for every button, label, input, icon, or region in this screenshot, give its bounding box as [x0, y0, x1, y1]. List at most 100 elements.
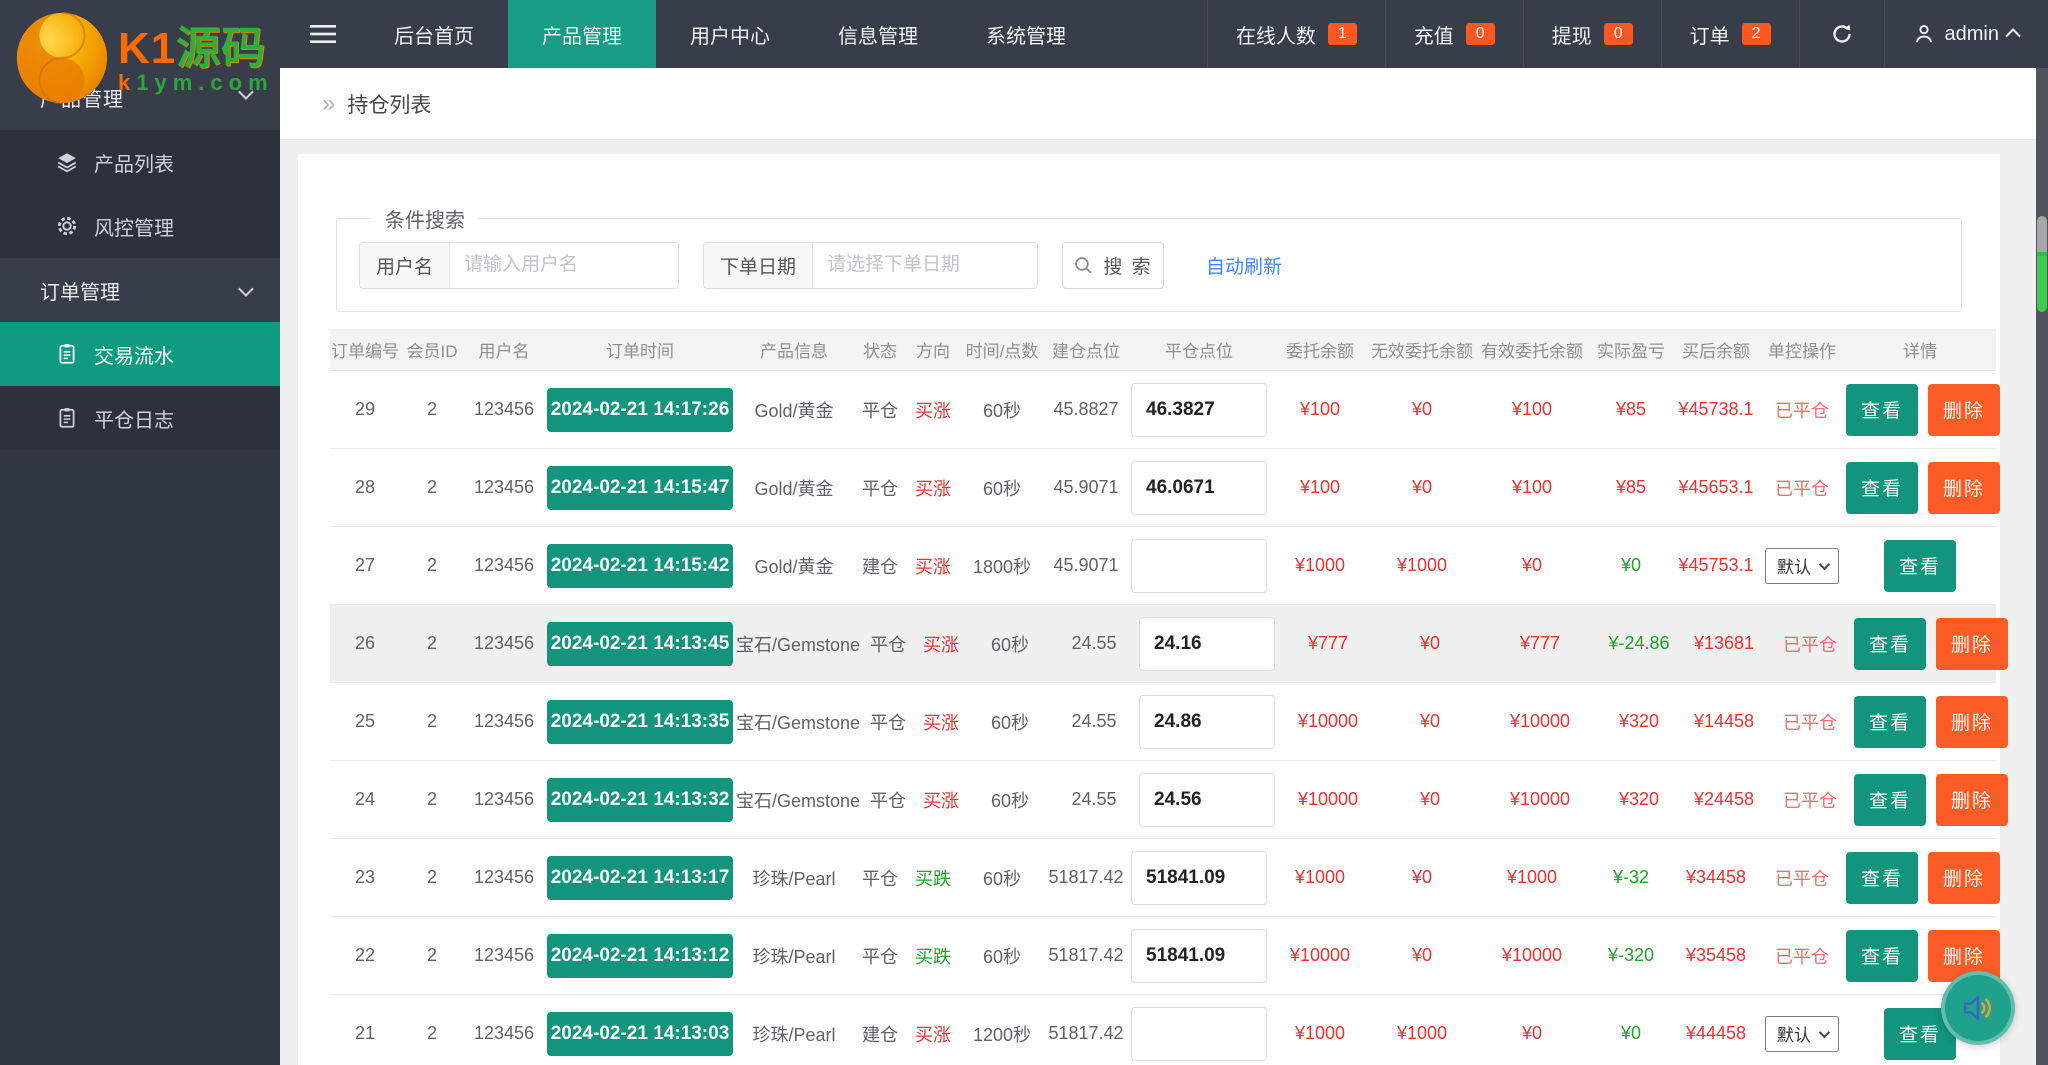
sidebar-item-close-log[interactable]: 平仓日志 — [0, 386, 280, 450]
view-button[interactable]: 查看 — [1846, 383, 1918, 436]
status-online-users[interactable]: 在线人数 1 — [1206, 0, 1385, 68]
status-badge: 2 — [1741, 23, 1771, 45]
close-point-input[interactable] — [1131, 460, 1267, 515]
sidebar-item-product-list[interactable]: 产品列表 — [0, 130, 280, 194]
delete-button[interactable]: 删除 — [1928, 383, 2000, 436]
table-row: 25 2 123456 2024-02-21 14:13:35 宝石/Gemstone 平… — [330, 683, 2009, 761]
menu-toggle-button[interactable] — [280, 0, 360, 68]
view-button[interactable]: 查看 — [1846, 929, 1918, 982]
row-actions: 查看 删除 — [1854, 617, 2009, 670]
sidebar-item-risk-control[interactable]: 风控管理 — [0, 194, 280, 258]
refresh-button[interactable] — [1798, 0, 1884, 68]
view-button[interactable]: 查看 — [1846, 461, 1918, 514]
row-actions: 查看 — [1846, 539, 1994, 592]
order-date-input[interactable] — [813, 242, 1038, 288]
delete-button[interactable]: 删除 — [1928, 851, 2000, 904]
nav-tab-users[interactable]: 用户中心 — [656, 0, 804, 68]
single-control-cell: 已平仓 — [1766, 709, 1854, 735]
close-point-input[interactable] — [1131, 382, 1267, 437]
status-recharge[interactable]: 充值 0 — [1384, 0, 1523, 68]
member-id: 2 — [426, 1023, 437, 1043]
view-button[interactable]: 查看 — [1884, 539, 1956, 592]
member-id: 2 — [426, 711, 437, 731]
close-point-input[interactable] — [1139, 772, 1276, 827]
username-input[interactable] — [450, 242, 679, 288]
user-menu[interactable]: admin — [1883, 0, 2048, 68]
delete-button[interactable]: 删除 — [1928, 461, 2000, 514]
column-header: 时间/点数 — [965, 342, 1039, 361]
column-header: 订单时间 — [606, 342, 674, 361]
view-button[interactable]: 查看 — [1854, 695, 1927, 748]
nav-tab-dashboard[interactable]: 后台首页 — [360, 0, 508, 68]
column-header: 产品信息 — [760, 342, 828, 361]
balance-after: ¥24458 — [1694, 789, 1755, 809]
page-title: 持仓列表 — [347, 93, 432, 117]
close-point-input[interactable] — [1131, 1006, 1267, 1061]
balance-after: ¥45738.1 — [1678, 399, 1754, 419]
view-button[interactable]: 查看 — [1846, 851, 1918, 904]
invalid-entrust-balance: ¥0 — [1411, 945, 1433, 965]
control-select[interactable]: 默认 — [1765, 1015, 1839, 1052]
column-header: 平仓点位 — [1165, 342, 1233, 361]
logo-swirl-icon — [16, 11, 108, 105]
vertical-scrollbar-thumb[interactable] — [2037, 216, 2047, 312]
auto-refresh-link[interactable]: 自动刷新 — [1206, 252, 1282, 279]
close-point-input[interactable] — [1131, 538, 1267, 593]
status-badge: 0 — [1465, 23, 1495, 45]
chevron-up-icon — [2005, 23, 2021, 46]
position-status: 平仓 — [870, 634, 907, 655]
status-badge: 1 — [1327, 23, 1357, 45]
table-row: 23 2 123456 2024-02-21 14:13:17 珍珠/Pearl 平仓 买跌… — [330, 839, 2000, 917]
control-select[interactable]: 默认 — [1765, 547, 1839, 584]
username: 123456 — [473, 633, 535, 653]
nav-tab-system[interactable]: 系统管理 — [952, 0, 1100, 68]
layers-icon — [56, 151, 78, 173]
username: 123456 — [473, 945, 535, 965]
entrust-balance: ¥1000 — [1294, 867, 1346, 887]
table-row: 27 2 123456 2024-02-21 14:15:42 Gold/黄金 建仓 买涨 1… — [330, 527, 1996, 605]
view-button[interactable]: 查看 — [1854, 773, 1927, 826]
delete-button[interactable]: 删除 — [1936, 773, 2009, 826]
close-point-input[interactable] — [1131, 850, 1267, 905]
sidebar-item-trade-flow[interactable]: 交易流水 — [0, 322, 280, 386]
table-row: 26 2 123456 2024-02-21 14:13:45 宝石/Gemstone 平… — [330, 605, 2009, 683]
top-navbar: 后台首页 产品管理 用户中心 信息管理 系统管理 在线人数 1 充值 0 提现 … — [280, 0, 2048, 68]
view-button[interactable]: 查看 — [1854, 617, 1927, 670]
order-time-badge: 2024-02-21 14:13:35 — [547, 699, 733, 744]
delete-button[interactable]: 删除 — [1936, 695, 2009, 748]
order-date-filter-group: 下单日期 — [703, 241, 1039, 289]
direction-label: 买涨 — [923, 634, 960, 655]
actual-profit: ¥0 — [1620, 1023, 1642, 1043]
position-status: 平仓 — [862, 946, 898, 967]
close-point-input[interactable] — [1139, 616, 1276, 671]
vertical-scrollbar-track[interactable] — [2036, 68, 2048, 1065]
row-actions: 查看 删除 — [1846, 851, 2000, 904]
delete-button[interactable]: 删除 — [1936, 617, 2009, 670]
column-header: 委托余额 — [1286, 342, 1354, 361]
search-filter-panel: 条件搜索 用户名 下单日期 搜 索 自动刷新 — [336, 204, 1962, 312]
nav-tab-products[interactable]: 产品管理 — [508, 0, 656, 68]
order-number: 29 — [354, 399, 376, 419]
direction: 买涨 — [908, 397, 958, 423]
content-card: 条件搜索 用户名 下单日期 搜 索 自动刷新 订单编号会员ID用户名订单时间产品… — [298, 154, 2009, 1065]
order-time-cell: 2024-02-21 14:13:35 — [544, 699, 736, 744]
order-time-badge: 2024-02-21 14:15:42 — [547, 543, 733, 588]
closed-status-label: 已平仓 — [1783, 634, 1838, 655]
navbar-status-area: 在线人数 1 充值 0 提现 0 订单 2 admin — [1206, 0, 2048, 68]
actual-profit: ¥-32 — [1612, 867, 1650, 887]
status-label: 提现 — [1551, 25, 1592, 48]
sidebar-group-orders-header[interactable]: 订单管理 — [0, 258, 280, 322]
nav-tab-information[interactable]: 信息管理 — [804, 0, 952, 68]
status-orders[interactable]: 订单 2 — [1660, 0, 1799, 68]
close-point-input[interactable] — [1131, 928, 1267, 983]
open-point: 24.55 — [1071, 633, 1117, 653]
status-withdraw[interactable]: 提现 0 — [1522, 0, 1661, 68]
sound-notification-button[interactable] — [1941, 971, 2015, 1045]
order-number: 25 — [354, 711, 376, 731]
close-point-input[interactable] — [1139, 694, 1276, 749]
order-number: 21 — [354, 1023, 376, 1043]
order-time-cell: 2024-02-21 14:13:17 — [544, 855, 736, 900]
sidebar-group-product-header[interactable]: 产品管理 K1源码 k1ym.com — [0, 0, 280, 130]
search-button[interactable]: 搜 索 — [1062, 241, 1165, 289]
username: 123456 — [473, 711, 535, 731]
